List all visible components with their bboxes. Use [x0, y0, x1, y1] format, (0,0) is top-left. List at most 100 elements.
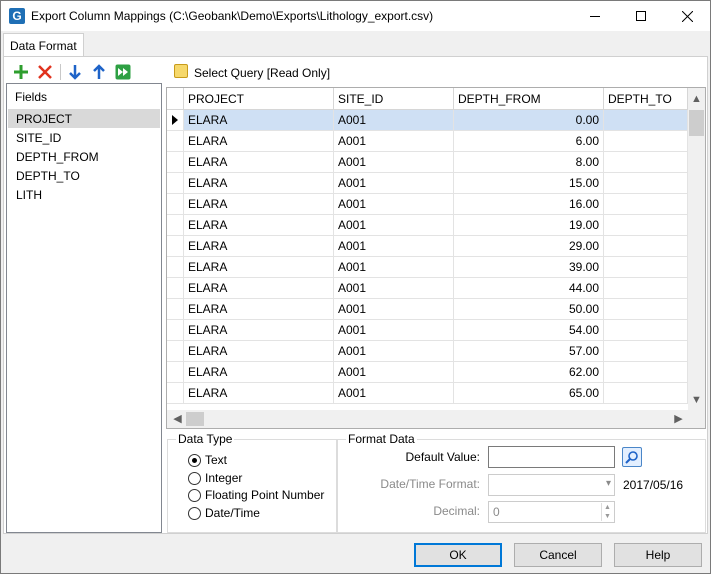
cell-project[interactable]: ELARA	[184, 320, 334, 341]
horizontal-scroll-thumb[interactable]	[186, 412, 204, 426]
cell-depth-to[interactable]	[604, 215, 688, 236]
column-header-site-id[interactable]: SITE_ID	[334, 88, 454, 110]
cell-depth-to[interactable]	[604, 173, 688, 194]
cell-site-id[interactable]: A001	[334, 215, 454, 236]
cell-depth-to[interactable]	[604, 110, 688, 131]
row-header[interactable]	[167, 194, 184, 215]
move-down-button[interactable]	[66, 63, 84, 81]
cell-project[interactable]: ELARA	[184, 173, 334, 194]
cell-depth-from[interactable]: 50.00	[454, 299, 604, 320]
row-header[interactable]	[167, 257, 184, 278]
cell-depth-from[interactable]: 15.00	[454, 173, 604, 194]
cell-depth-to[interactable]	[604, 152, 688, 173]
cell-project[interactable]: ELARA	[184, 278, 334, 299]
cell-depth-to[interactable]	[604, 299, 688, 320]
cell-site-id[interactable]: A001	[334, 257, 454, 278]
move-up-button[interactable]	[90, 63, 108, 81]
ok-button[interactable]: OK	[414, 543, 502, 567]
scroll-left-icon[interactable]: ◀	[169, 410, 186, 427]
cell-site-id[interactable]: A001	[334, 278, 454, 299]
row-header[interactable]	[167, 362, 184, 383]
table-row[interactable]: ELARA A001 16.00	[167, 194, 689, 215]
cell-project[interactable]: ELARA	[184, 383, 334, 404]
help-button[interactable]: Help	[614, 543, 702, 567]
radio-floating-point[interactable]: Floating Point Number	[188, 487, 324, 503]
cell-depth-to[interactable]	[604, 383, 688, 404]
scroll-right-icon[interactable]: ▶	[670, 410, 687, 427]
table-row[interactable]: ELARA A001 19.00	[167, 215, 689, 236]
table-row[interactable]: ELARA A001 57.00	[167, 341, 689, 362]
field-item-depth-from[interactable]: DEPTH_FROM	[8, 147, 160, 166]
cell-project[interactable]: ELARA	[184, 152, 334, 173]
radio-date-time[interactable]: Date/Time	[188, 505, 260, 521]
row-header[interactable]	[167, 383, 184, 404]
cell-site-id[interactable]: A001	[334, 341, 454, 362]
field-item-depth-to[interactable]: DEPTH_TO	[8, 166, 160, 185]
decimal-stepper[interactable]: 0 ▲ ▼	[488, 501, 615, 523]
cell-depth-to[interactable]	[604, 257, 688, 278]
cell-depth-to[interactable]	[604, 194, 688, 215]
cell-depth-from[interactable]: 44.00	[454, 278, 604, 299]
radio-button[interactable]	[188, 471, 201, 485]
auto-map-button[interactable]	[114, 63, 132, 81]
cell-depth-to[interactable]	[604, 341, 688, 362]
row-header[interactable]	[167, 341, 184, 362]
cell-depth-from[interactable]: 29.00	[454, 236, 604, 257]
minimize-button[interactable]	[572, 1, 618, 31]
cell-site-id[interactable]: A001	[334, 194, 454, 215]
spin-arrows-icon[interactable]: ▲ ▼	[601, 503, 613, 521]
field-item-site-id[interactable]: SITE_ID	[8, 128, 160, 147]
cell-site-id[interactable]: A001	[334, 131, 454, 152]
cell-depth-to[interactable]	[604, 320, 688, 341]
cell-site-id[interactable]: A001	[334, 110, 454, 131]
cell-depth-to[interactable]	[604, 131, 688, 152]
scroll-up-icon[interactable]: ▲	[688, 90, 705, 107]
table-row[interactable]: ELARA A001 15.00	[167, 173, 689, 194]
remove-field-button[interactable]	[36, 63, 54, 81]
row-header[interactable]	[167, 215, 184, 236]
cell-site-id[interactable]: A001	[334, 362, 454, 383]
table-row[interactable]: ELARA A001 44.00	[167, 278, 689, 299]
horizontal-scrollbar[interactable]: ◀ ▶	[167, 410, 705, 428]
cell-depth-from[interactable]: 8.00	[454, 152, 604, 173]
cell-depth-to[interactable]	[604, 278, 688, 299]
radio-button[interactable]	[188, 488, 201, 502]
radio-text[interactable]: Text	[188, 452, 227, 468]
cell-project[interactable]: ELARA	[184, 236, 334, 257]
cell-depth-from[interactable]: 19.00	[454, 215, 604, 236]
cell-site-id[interactable]: A001	[334, 383, 454, 404]
cell-depth-from[interactable]: 16.00	[454, 194, 604, 215]
row-header[interactable]	[167, 110, 184, 131]
row-header[interactable]	[167, 173, 184, 194]
cell-site-id[interactable]: A001	[334, 299, 454, 320]
cell-depth-from[interactable]: 0.00	[454, 110, 604, 131]
cell-project[interactable]: ELARA	[184, 299, 334, 320]
cell-project[interactable]: ELARA	[184, 257, 334, 278]
tab-data-format[interactable]: Data Format	[3, 33, 84, 57]
date-time-format-select[interactable]: ▾	[488, 474, 615, 496]
table-row[interactable]: ELARA A001 6.00	[167, 131, 689, 152]
cancel-button[interactable]: Cancel	[514, 543, 602, 567]
default-value-lookup-button[interactable]	[622, 447, 642, 467]
cell-site-id[interactable]: A001	[334, 320, 454, 341]
cell-depth-from[interactable]: 57.00	[454, 341, 604, 362]
close-button[interactable]	[664, 1, 710, 31]
table-row[interactable]: ELARA A001 8.00	[167, 152, 689, 173]
table-row[interactable]: ELARA A001 54.00	[167, 320, 689, 341]
table-row[interactable]: ELARA A001 50.00	[167, 299, 689, 320]
table-row[interactable]: ELARA A001 65.00	[167, 383, 689, 404]
cell-depth-from[interactable]: 54.00	[454, 320, 604, 341]
cell-project[interactable]: ELARA	[184, 341, 334, 362]
maximize-button[interactable]	[618, 1, 664, 31]
field-item-project[interactable]: PROJECT	[8, 109, 160, 128]
cell-depth-from[interactable]: 6.00	[454, 131, 604, 152]
table-row[interactable]: ELARA A001 39.00	[167, 257, 689, 278]
radio-button[interactable]	[188, 506, 201, 520]
column-header-project[interactable]: PROJECT	[184, 88, 334, 110]
vertical-scroll-thumb[interactable]	[689, 110, 704, 136]
row-header[interactable]	[167, 152, 184, 173]
vertical-scrollbar[interactable]: ▲ ▼	[688, 88, 705, 410]
table-row[interactable]: ELARA A001 29.00	[167, 236, 689, 257]
cell-depth-from[interactable]: 39.00	[454, 257, 604, 278]
row-header[interactable]	[167, 278, 184, 299]
